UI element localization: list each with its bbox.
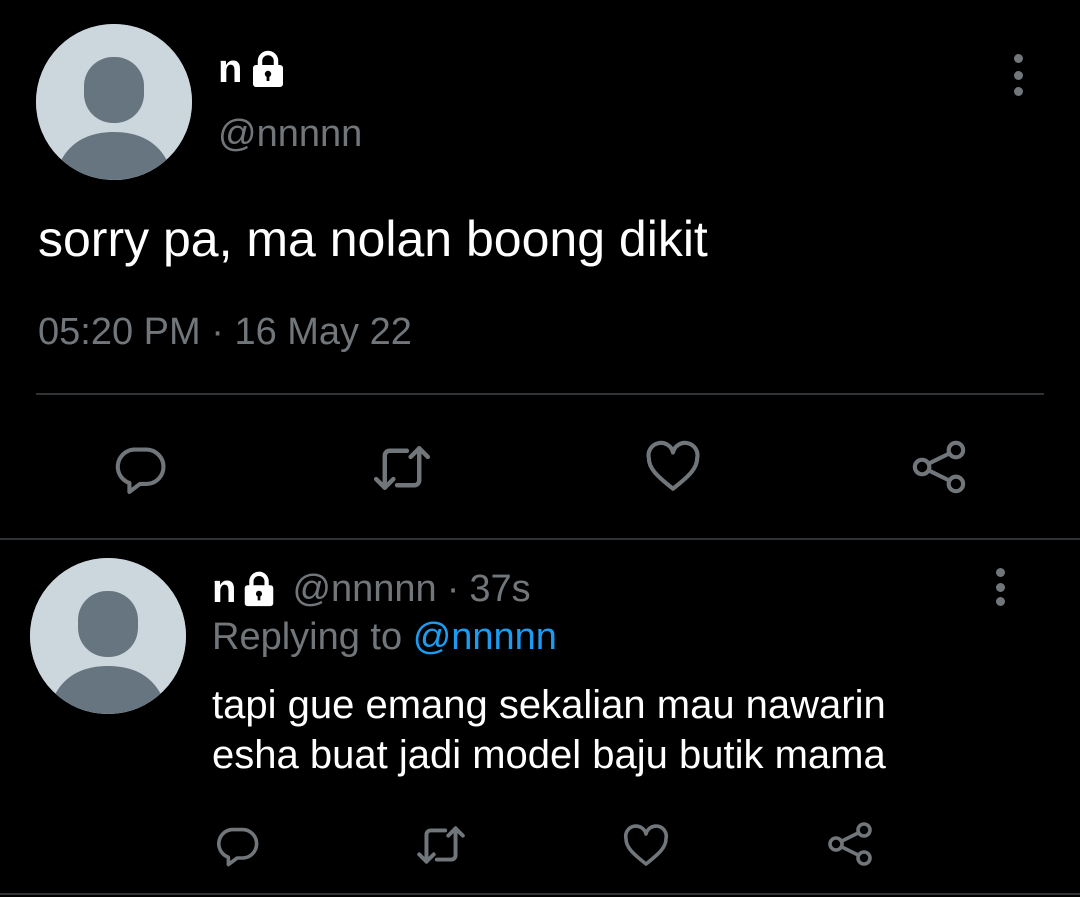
reply-avatar[interactable] [30,558,186,714]
protected-lock-icon [248,49,288,89]
retweet-icon[interactable] [370,440,434,496]
meta-separator: · [446,568,460,610]
more-options-icon[interactable] [1006,54,1030,96]
reply-time-ago[interactable]: 37s [469,566,530,612]
reply-text-line: tapi gue emang sekalian mau nawarin [212,683,886,727]
divider [0,893,1080,895]
main-tweet-author[interactable]: n [218,46,288,92]
tweet-time: 05:20 PM [38,311,201,353]
share-icon[interactable] [910,438,968,496]
protected-lock-icon [240,570,278,608]
replying-to: Replying to @nnnnn [212,614,557,660]
reply-text-line: esha buat jadi model baju butik mama [212,733,886,777]
default-avatar-icon [30,558,186,714]
section-divider [0,538,1080,540]
replying-to-handle-link[interactable]: @nnnnn [413,616,557,658]
reply-header: n @nnnnn · 37s [212,566,531,612]
reply-handle[interactable]: @nnnnn [292,566,436,612]
default-avatar-icon [36,24,192,180]
more-options-icon[interactable] [988,568,1012,606]
divider [36,393,1044,395]
main-tweet-timestamp[interactable]: 05:20 PM · 16 May 22 [38,308,412,356]
replying-to-label: Replying to [212,616,403,658]
tweet-date: 16 May 22 [234,311,412,353]
main-tweet-text: sorry pa, ma nolan boong dikit [38,211,708,267]
like-icon[interactable] [644,440,702,494]
main-tweet-avatar[interactable] [36,24,192,180]
like-icon[interactable] [622,824,670,868]
meta-separator: · [211,311,224,353]
main-tweet-handle[interactable]: @nnnnn [218,112,362,156]
reply-icon[interactable] [112,438,170,496]
reply-icon[interactable] [214,820,262,868]
reply-text: tapi gue emang sekalian mau nawarin esha… [212,680,1052,780]
share-icon[interactable] [826,820,874,868]
display-name[interactable]: n [218,46,242,92]
reply-display-name[interactable]: n [212,566,236,612]
retweet-icon[interactable] [414,822,468,868]
